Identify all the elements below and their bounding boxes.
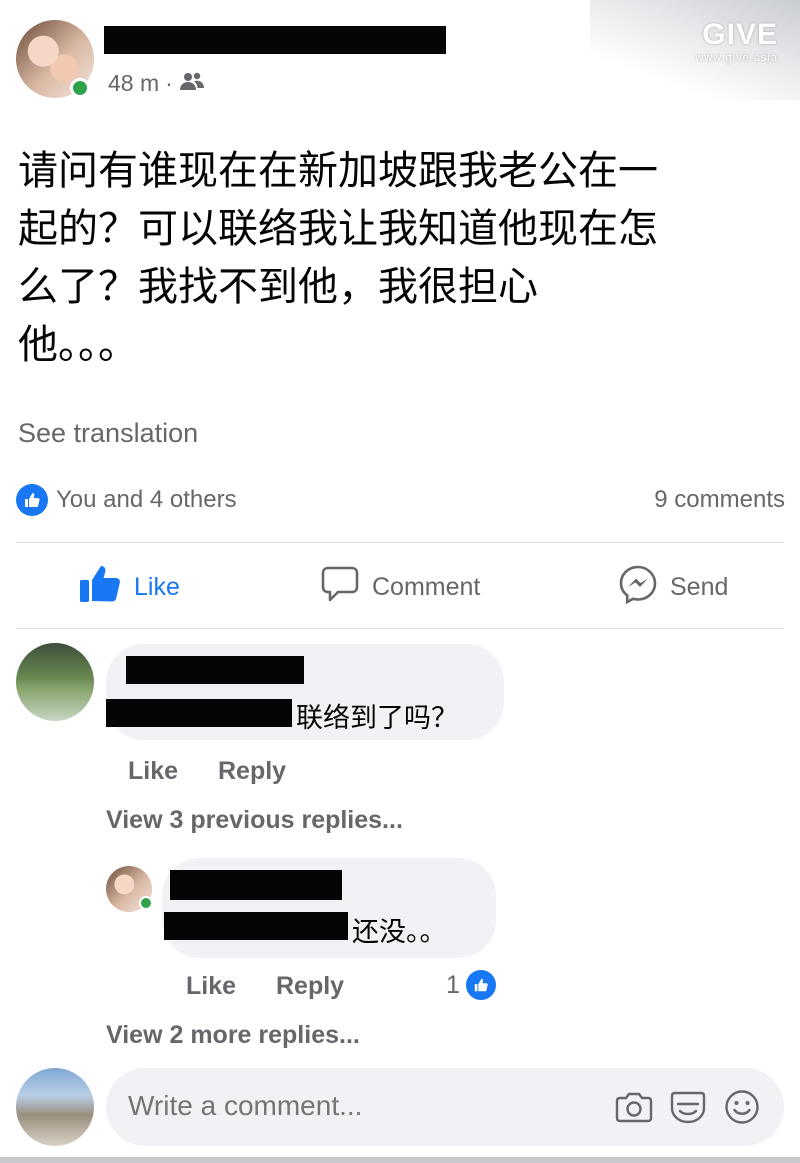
comment-button[interactable]: Comment xyxy=(320,564,480,610)
comment-icon xyxy=(320,564,360,611)
reactions-summary[interactable]: You and 4 others xyxy=(56,486,237,514)
post-text: 请问有谁现在在新加坡跟我老公在一 起的？可以联络我让我知道他现在怎 么了？我找不… xyxy=(18,148,658,368)
like-label: Like xyxy=(134,572,180,601)
redacted-author-name xyxy=(104,26,446,54)
divider xyxy=(16,542,784,543)
divider xyxy=(16,628,784,629)
gif-icon[interactable] xyxy=(668,1087,708,1127)
see-translation-link[interactable]: See translation xyxy=(18,418,198,449)
emoji-icon[interactable] xyxy=(722,1087,762,1127)
friends-icon xyxy=(179,70,205,97)
commenter-avatar[interactable] xyxy=(16,643,94,721)
reply-like-button[interactable]: Like xyxy=(186,972,236,1001)
post-meta: 48 m · xyxy=(108,70,205,97)
bottom-edge xyxy=(0,1157,800,1163)
comment-text: 联络到了吗？ xyxy=(296,703,458,734)
like-reaction-icon xyxy=(16,484,48,516)
reply-reaction-count[interactable]: 1 xyxy=(446,968,498,1002)
comment-label: Comment xyxy=(372,572,481,601)
meta-separator: · xyxy=(165,70,173,96)
give-watermark-url: www.give.asia xyxy=(695,52,778,64)
send-label: Send xyxy=(670,572,729,601)
messenger-icon xyxy=(618,564,658,611)
redacted-commenter-name xyxy=(126,656,304,684)
redacted-reply-text xyxy=(164,912,348,940)
reply-reply-button[interactable]: Reply xyxy=(276,972,344,1001)
redacted-comment-text xyxy=(106,699,292,727)
online-status-icon xyxy=(70,78,90,98)
camera-icon[interactable] xyxy=(614,1087,654,1127)
current-user-avatar xyxy=(16,1068,94,1146)
comment-input[interactable] xyxy=(128,1090,588,1122)
post-timestamp[interactable]: 48 m xyxy=(108,70,159,97)
comment-like-button[interactable]: Like xyxy=(128,757,178,786)
view-more-replies-link[interactable]: View 2 more replies... xyxy=(106,1021,360,1050)
reaction-count: 1 xyxy=(446,970,460,999)
reply-text: 还没。。 xyxy=(352,917,447,948)
give-watermark-logo: GIVE xyxy=(702,18,778,51)
like-reaction-icon xyxy=(463,968,498,1002)
thumbs-up-icon xyxy=(78,564,122,611)
comment-reply-button[interactable]: Reply xyxy=(218,757,286,786)
like-button[interactable]: Like xyxy=(78,564,180,610)
view-previous-replies-link[interactable]: View 3 previous replies... xyxy=(106,806,403,835)
comments-count[interactable]: 9 comments xyxy=(654,486,785,514)
online-status-icon xyxy=(139,896,153,910)
send-button[interactable]: Send xyxy=(618,564,728,610)
redacted-reply-author xyxy=(170,870,342,900)
